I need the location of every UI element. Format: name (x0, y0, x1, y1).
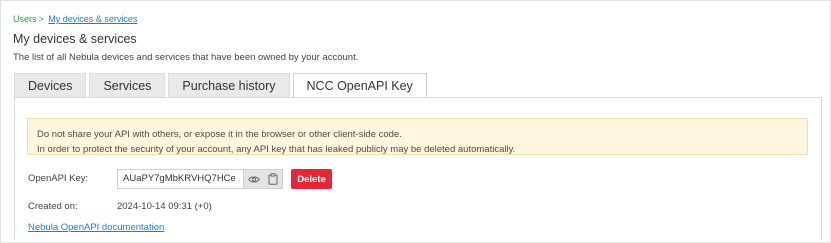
alert-line-1: Do not share your API with others, or ex… (37, 129, 402, 140)
warning-alert: Do not share your API with others, or ex… (27, 118, 808, 155)
page-description: The list of all Nebula devices and servi… (13, 52, 359, 63)
openapi-key-panel: Do not share your API with others, or ex… (14, 97, 822, 240)
breadcrumb: Users > My devices & services (13, 14, 137, 24)
tab-ncc-openapi-key[interactable]: NCC OpenAPI Key (292, 73, 427, 99)
delete-button[interactable]: Delete (291, 169, 332, 189)
tab-purchase-history[interactable]: Purchase history (168, 73, 290, 98)
api-key-row: OpenAPI Key: AUaPY7gMbKRVHQ7HCe Delete (28, 169, 332, 189)
alert-line-2: In order to protect the security of your… (37, 144, 516, 155)
copy-icon[interactable] (266, 172, 280, 186)
api-key-actions (243, 169, 283, 189)
breadcrumb-current-link[interactable]: My devices & services (48, 14, 137, 24)
breadcrumb-root[interactable]: Users (13, 14, 37, 24)
api-key-label: OpenAPI Key: (28, 173, 89, 184)
page-container: Users > My devices & services My devices … (0, 0, 831, 243)
created-row: Created on: 2024-10-14 09:31 (+0) (28, 201, 328, 215)
openapi-documentation-link[interactable]: Nebula OpenAPI documentation (28, 222, 164, 233)
api-key-field[interactable]: AUaPY7gMbKRVHQ7HCe (117, 169, 243, 189)
created-label: Created on: (28, 201, 78, 212)
page-title: My devices & services (13, 32, 137, 46)
created-value: 2024-10-14 09:31 (+0) (117, 201, 212, 212)
breadcrumb-separator: > (38, 14, 44, 24)
tab-devices[interactable]: Devices (14, 73, 87, 98)
tab-bar: Devices Services Purchase history NCC Op… (14, 73, 430, 99)
tab-services[interactable]: Services (89, 73, 166, 98)
eye-icon[interactable] (247, 172, 261, 186)
